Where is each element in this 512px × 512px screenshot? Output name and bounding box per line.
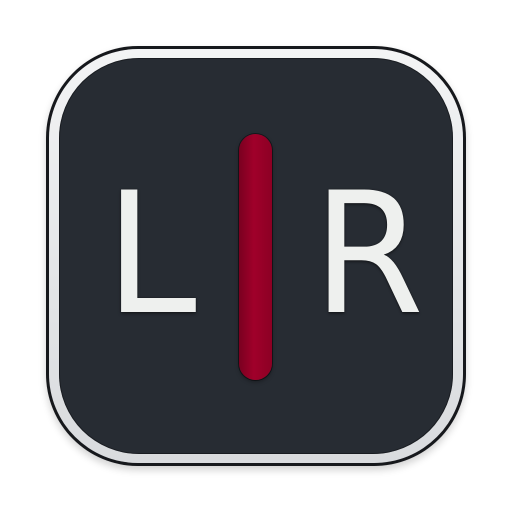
left-letter: L	[104, 156, 197, 352]
right-letter: R	[312, 156, 424, 352]
app-icon-canvas: L R	[0, 0, 512, 512]
center-divider-bar	[239, 134, 272, 380]
